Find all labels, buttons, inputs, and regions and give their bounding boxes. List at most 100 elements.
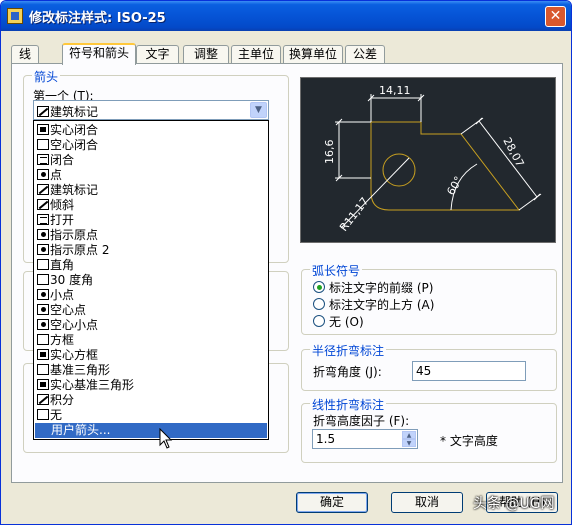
preview-panel: 14,11 16,6 28,07 R11,17 60° <box>300 77 556 243</box>
arrowhead-icon <box>37 334 49 345</box>
dropdown-option-label: 小点 <box>50 288 75 302</box>
preview-dim-radius: R11,17 <box>337 195 371 234</box>
jog-height-input[interactable]: 1.5 ▲ ▼ <box>312 429 418 449</box>
dropdown-option-label: 积分 <box>50 393 75 407</box>
dialog-window: 修改标注样式: ISO-25 ✕ 线 符号和箭头 文字 调整 主单位 换算单位 … <box>0 0 572 525</box>
arrowhead-icon <box>37 409 49 420</box>
arrowhead-icon <box>37 289 49 300</box>
dropdown-option[interactable]: 直角 <box>35 258 267 273</box>
arrows-group-title: 箭头 <box>32 68 61 85</box>
tab-tolerances[interactable]: 公差 <box>345 45 385 64</box>
spin-down-icon[interactable]: ▼ <box>402 439 416 447</box>
radio-above-label[interactable]: 标注文字的上方 (A) <box>329 296 434 313</box>
dropdown-option[interactable]: 小点 <box>35 288 267 303</box>
dropdown-option[interactable]: 点 <box>35 168 267 183</box>
radio-prefix-label[interactable]: 标注文字的前缀 (P) <box>329 279 433 296</box>
radio-none-label[interactable]: 无 (O) <box>329 313 364 330</box>
dropdown-option-label: 直角 <box>50 258 75 272</box>
app-icon <box>7 8 23 24</box>
mouse-cursor-icon <box>159 428 173 449</box>
dropdown-option[interactable]: 空心点 <box>35 303 267 318</box>
arrow-dropdown-list[interactable]: 实心闭合 空心闭合 闭合点建筑标记 倾斜 打开 指示原点 指示原点 2 直角 30 度角 小点 空心… <box>33 120 269 440</box>
arrowhead-icon <box>37 319 49 330</box>
dropdown-option[interactable]: 指示原点 <box>35 228 267 243</box>
dropdown-option[interactable]: 无 <box>35 408 267 423</box>
tab-fit[interactable]: 调整 <box>183 45 229 64</box>
arrowhead-icon <box>37 244 49 255</box>
dropdown-option-label: 点 <box>50 168 63 182</box>
tab-lines[interactable]: 线 <box>11 45 39 64</box>
radio-above[interactable] <box>313 298 325 310</box>
arrowhead-icon <box>37 304 49 315</box>
jog-height-suffix: * 文字高度 <box>440 434 498 448</box>
watermark: 头条 @UG网 <box>473 496 555 512</box>
arrowhead-icon <box>37 124 49 135</box>
arrowhead-icon <box>37 349 49 360</box>
dropdown-option-label: 倾斜 <box>50 198 75 212</box>
dropdown-option-label: 用户箭头... <box>51 423 111 437</box>
first-arrow-value: 建筑标记 <box>50 105 99 119</box>
jog-angle-value: 45 <box>416 364 432 378</box>
radio-prefix[interactable] <box>313 281 325 293</box>
dropdown-option-label: 指示原点 2 <box>50 243 110 257</box>
dropdown-option-label: 方框 <box>50 333 75 347</box>
dropdown-option[interactable]: 指示原点 2 <box>35 243 267 258</box>
dropdown-option[interactable]: 方框 <box>35 333 267 348</box>
dropdown-option-label: 空心闭合 <box>50 138 99 152</box>
architectural-tick-icon <box>37 106 49 117</box>
dropdown-option[interactable]: 用户箭头... <box>35 423 267 438</box>
dropdown-option-label: 空心点 <box>50 303 87 317</box>
first-arrow-combo[interactable]: 建筑标记 ▼ <box>33 100 269 120</box>
dropdown-option-label: 闭合 <box>50 153 75 167</box>
preview-drawing: 14,11 16,6 28,07 R11,17 60° <box>323 84 542 234</box>
preview-dim-right: 28,07 <box>500 135 526 169</box>
arrowhead-icon <box>37 364 49 375</box>
title-bar[interactable]: 修改标注样式: ISO-25 ✕ <box>1 1 571 31</box>
arrowhead-icon <box>37 169 49 180</box>
jog-angle-input[interactable]: 45 <box>412 361 526 381</box>
dropdown-option[interactable]: 30 度角 <box>35 273 267 288</box>
dropdown-option-label: 实心闭合 <box>50 123 99 137</box>
dropdown-option[interactable]: 空心小点 <box>35 318 267 333</box>
tab-primary-units[interactable]: 主单位 <box>231 45 281 64</box>
preview-line <box>382 153 416 187</box>
tab-symbols-arrows[interactable]: 符号和箭头 <box>62 43 136 65</box>
dropdown-option[interactable]: 空心闭合 <box>35 138 267 153</box>
linear-jog-group-title: 线性折弯标注 <box>310 396 387 413</box>
arrowhead-icon <box>37 139 49 150</box>
close-button[interactable]: ✕ <box>545 6 566 27</box>
cancel-button[interactable]: 取消 <box>391 492 463 513</box>
dropdown-option[interactable]: 基准三角形 <box>35 363 267 378</box>
dropdown-option-label: 空心小点 <box>50 318 99 332</box>
jog-height-label: 折弯高度因子 (F): <box>313 414 410 428</box>
dropdown-option[interactable]: 实心闭合 <box>35 123 267 138</box>
chevron-down-icon[interactable]: ▼ <box>250 102 267 118</box>
dropdown-option[interactable]: 倾斜 <box>35 198 267 213</box>
jog-height-value: 1.5 <box>316 432 336 446</box>
dropdown-option-label: 指示原点 <box>50 228 99 242</box>
dropdown-option[interactable]: 闭合 <box>35 153 267 168</box>
tab-text[interactable]: 文字 <box>136 45 179 64</box>
dropdown-option[interactable]: 实心基准三角形 <box>35 378 267 393</box>
arrowhead-icon <box>37 229 49 240</box>
arrowhead-icon <box>37 274 49 285</box>
radius-jog-group-title: 半径折弯标注 <box>310 342 387 359</box>
arrowhead-icon <box>37 259 49 270</box>
window-title: 修改标注样式: ISO-25 <box>29 11 166 26</box>
dropdown-option-label: 无 <box>50 408 63 422</box>
arrowhead-icon <box>37 199 49 210</box>
ok-button[interactable]: 确定 <box>296 492 368 513</box>
dropdown-option[interactable]: 积分 <box>35 393 267 408</box>
spin-up-icon[interactable]: ▲ <box>402 431 416 439</box>
jog-angle-label: 折弯角度 (J): <box>313 365 382 379</box>
arrowhead-icon <box>37 154 49 165</box>
tab-alternate-units[interactable]: 换算单位 <box>283 45 343 64</box>
dropdown-option[interactable]: 建筑标记 <box>35 183 267 198</box>
dropdown-option-label: 打开 <box>50 213 75 227</box>
dropdown-option-label: 30 度角 <box>50 273 94 287</box>
dropdown-option[interactable]: 打开 <box>35 213 267 228</box>
dropdown-option[interactable]: 实心方框 <box>35 348 267 363</box>
preview-dim-top: 14,11 <box>379 84 411 97</box>
dropdown-option-label: 建筑标记 <box>50 183 99 197</box>
radio-none[interactable] <box>313 315 325 327</box>
